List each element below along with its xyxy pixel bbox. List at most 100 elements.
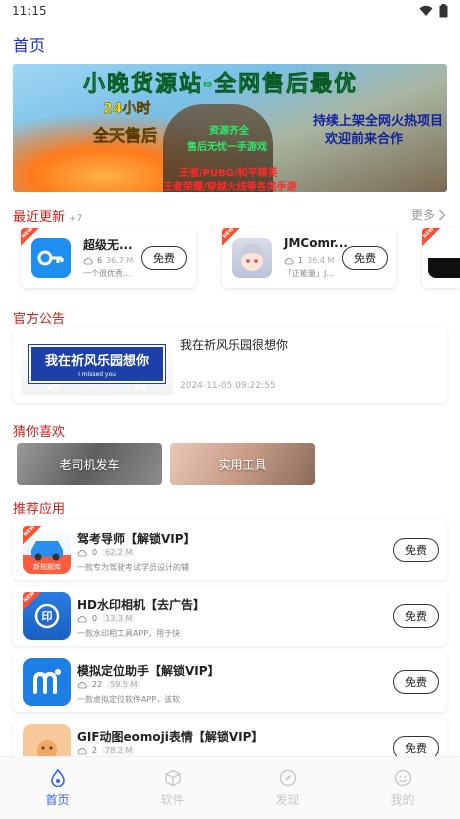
download-count: 0	[92, 548, 98, 557]
banner-red-line-1: 王者/PUBG/和平精英	[179, 168, 278, 179]
app-size: 13.3 M	[102, 614, 136, 623]
free-button[interactable]: 免费	[393, 736, 439, 756]
notice-card[interactable]: 我在祈风乐园想你 I missed you ◀ 西 东 ▶ 我在祈风乐园很想你 …	[13, 327, 447, 403]
notice-time: 2024-11-05 09:22:55	[180, 381, 276, 391]
download-count: 22	[92, 680, 103, 689]
tab-label: 发现	[275, 792, 300, 807]
free-button[interactable]: 免费	[342, 246, 388, 270]
sign-left-text: ◀ 西	[47, 384, 60, 391]
system-icons	[419, 4, 448, 18]
new-badge: NEW	[422, 226, 440, 246]
recent-count: +7	[69, 214, 83, 224]
banner-resources: 资源齐全	[209, 126, 249, 137]
icon-letter: 印	[41, 610, 53, 623]
notice-image: 我在祈风乐园想你 I missed you ◀ 西 东 ▶	[21, 335, 173, 395]
wifi-icon	[419, 5, 433, 16]
tile-driver[interactable]: 老司机发车	[17, 443, 162, 485]
download-count: 0	[92, 614, 98, 623]
emoji-icon	[23, 724, 71, 756]
tab-software[interactable]: 软件	[115, 757, 230, 819]
cloud-download-icon	[77, 615, 87, 622]
banner-red-line-2: 王者荣耀/穿越火线等各类手游	[163, 182, 297, 192]
cloud-download-icon	[83, 257, 93, 264]
page-title: 首页	[13, 36, 46, 55]
app-size: 59.5 M	[107, 680, 141, 689]
app-name: 模拟定位助手【解锁VIP】	[77, 664, 220, 678]
free-button[interactable]: 免费	[393, 538, 439, 562]
app-meta: 1 36.4 M	[284, 256, 334, 265]
app-name: 驾考导师【解锁VIP】	[77, 532, 196, 546]
download-count: 6	[97, 256, 103, 265]
app-meta: 0 13.3 M	[77, 614, 136, 623]
app-card[interactable]: 印 NEW HD水印相机【去广告】 0 13.3 M 一款水印相工具APP，用于…	[13, 586, 447, 646]
tab-label: 软件	[160, 792, 185, 807]
new-badge: NEW	[222, 226, 240, 246]
app-size: 36.4 M	[307, 256, 335, 265]
notice-text: 我在祈风乐园很想你	[180, 338, 289, 352]
app-desc: 「正能量」J...	[284, 269, 334, 278]
banner-title: 小晚货源站-全网售后最优	[83, 72, 359, 98]
tab-mine[interactable]: 我的	[345, 757, 460, 819]
app-meta: 6 36.7 M	[83, 256, 133, 265]
recent-card-partial[interactable]: NEW	[422, 226, 460, 288]
tile-label: 老司机发车	[59, 457, 120, 472]
banner-after-sale: 售后无忧一手游戏	[187, 142, 267, 153]
sign-main-text: 我在祈风乐园想你	[44, 354, 149, 369]
free-button[interactable]: 免费	[141, 246, 187, 270]
recent-card[interactable]: NEW 超级无... 6 36.7 M 一个很优秀... 免费	[21, 226, 196, 288]
icon-caption: 新规题库	[33, 563, 61, 571]
new-badge: NEW	[23, 590, 41, 610]
bottom-tab-bar: 首页 软件 发现 我的	[0, 756, 460, 819]
app-desc: 一款水印相工具APP，用于快	[77, 629, 181, 638]
cloud-download-icon	[77, 549, 87, 556]
app-meta: 0 62.2 M	[77, 548, 136, 557]
tab-discover[interactable]: 发现	[230, 757, 345, 819]
app-card[interactable]: 模拟定位助手【解锁VIP】 22 59.5 M 一款虚拟定位软件APP，该软 免…	[13, 652, 447, 712]
app-meta: 2 78.2 M	[77, 746, 136, 755]
download-count: 1	[298, 256, 304, 265]
app-desc: 一款虚拟定位软件APP，该软	[77, 695, 181, 704]
sign-right-text: 东 ▶	[134, 384, 147, 391]
app-name: 超级无...	[83, 238, 133, 252]
banner-project-line-1: 持续上架全网火热项目	[313, 114, 444, 129]
app-size: 62.2 M	[102, 548, 136, 557]
tab-label: 我的	[390, 792, 415, 807]
tab-label: 首页	[45, 792, 70, 807]
more-link[interactable]: 更多	[411, 206, 446, 223]
recent-card[interactable]: NEW JMComr... 1 36.4 M 「正能量」J... 免费	[222, 226, 396, 288]
road-sign: 我在祈风乐园想你 I missed you ◀ 西 东 ▶	[29, 345, 165, 391]
free-button[interactable]: 免费	[393, 604, 439, 628]
cloud-download-icon	[77, 681, 87, 688]
cube-icon	[164, 769, 181, 786]
banner-24h: 24小时	[103, 101, 151, 117]
cloud-download-icon	[284, 257, 294, 264]
section-recent-title: 最近更新 +7	[13, 206, 82, 225]
app-name: GIF动图eomoji表情【解锁VIP】	[77, 730, 264, 744]
cloud-download-icon	[77, 747, 87, 754]
smile-icon	[394, 769, 411, 786]
app-size: 36.7 M	[106, 256, 134, 265]
app-card[interactable]: GIF动图eomoji表情【解锁VIP】 2 78.2 M 免费	[13, 718, 447, 756]
app-card[interactable]: 新规题库 NEW 驾考导师【解锁VIP】 0 62.2 M 一款专为驾驶考试学员…	[13, 520, 447, 580]
banner-all-day: 全天售后	[93, 126, 158, 146]
chevron-right-icon	[438, 208, 446, 221]
more-label: 更多	[410, 208, 435, 222]
tile-tools[interactable]: 实用工具	[170, 443, 315, 485]
status-time: 11:15	[12, 4, 47, 18]
compass-icon	[279, 769, 296, 786]
sign-sub-text: I missed you	[78, 371, 116, 378]
new-badge: NEW	[21, 226, 39, 246]
download-count: 2	[92, 746, 98, 755]
status-bar: 11:15	[0, 0, 460, 22]
promo-banner[interactable]: 小晚货源站-全网售后最优 24小时 全天售后 资源齐全 售后无忧一手游戏 持续上…	[13, 64, 447, 192]
home-drop-icon	[50, 768, 65, 787]
app-name: JMComr...	[284, 236, 348, 250]
tab-home[interactable]: 首页	[0, 757, 115, 819]
like-title: 猜你喜欢	[13, 425, 66, 440]
app-desc: 一个很优秀...	[83, 269, 131, 278]
notice-title: 官方公告	[13, 312, 66, 327]
location-m-icon	[23, 658, 71, 706]
free-button[interactable]: 免费	[393, 670, 439, 694]
banner-project-line-2: 欢迎前来合作	[325, 132, 404, 147]
app-meta: 22 59.5 M	[77, 680, 141, 689]
